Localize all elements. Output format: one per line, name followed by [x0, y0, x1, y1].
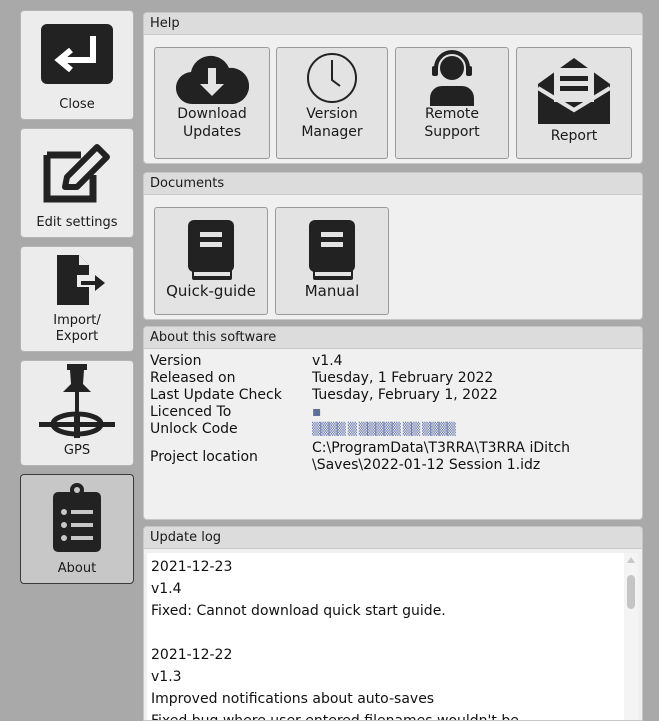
quick-guide-button[interactable]: Quick-guide: [154, 207, 268, 315]
remote-support-button[interactable]: Remote Support: [395, 47, 509, 159]
import-export-label: Import/ Export: [53, 312, 101, 344]
close-label: Close: [59, 96, 95, 112]
version-manager-button[interactable]: Version Manager: [276, 47, 388, 159]
remote-support-label: Remote Support: [424, 106, 480, 140]
about-row-unlock: Unlock Code ▒▒▒▒ ▒ ▒▒▒▒▒ ▒▒ ▒▒▒▒: [150, 421, 642, 438]
about-row-last-check: Last Update Check Tuesday, February 1, 2…: [150, 387, 642, 404]
help-panel: Help Download Updates Version Manager Re…: [143, 12, 643, 164]
about-key: Unlock Code: [150, 421, 238, 437]
manual-label: Manual: [304, 282, 360, 300]
about-value: v1.4: [312, 353, 343, 369]
file-export-icon: [47, 247, 107, 313]
update-log-panel: Update log 2021-12-23 v1.4 Fixed: Cannot…: [143, 526, 643, 721]
about-button[interactable]: About: [20, 474, 134, 584]
exit-icon: [37, 11, 117, 97]
edit-icon: [37, 129, 117, 215]
edit-settings-button[interactable]: Edit settings: [20, 128, 134, 238]
about-title: About this software: [144, 327, 642, 349]
import-export-button[interactable]: Import/ Export: [20, 246, 134, 352]
about-value: C:\ProgramData\T3RRA\T3RRA iDitch \Saves…: [312, 440, 571, 473]
gps-pin-icon: [37, 361, 117, 443]
about-value: Tuesday, February 1, 2022: [312, 387, 498, 403]
about-value: Tuesday, 1 February 2022: [312, 370, 494, 386]
download-updates-button[interactable]: Download Updates: [154, 47, 270, 159]
cloud-download-icon: [175, 48, 249, 106]
envelope-open-text-icon: [534, 48, 614, 128]
about-key: Licenced To: [150, 404, 232, 420]
update-log-text: 2021-12-23 v1.4 Fixed: Cannot download q…: [147, 553, 625, 720]
about-key: Last Update Check: [150, 387, 282, 403]
about-label: About: [57, 560, 97, 576]
update-log-title: Update log: [144, 527, 642, 549]
report-button[interactable]: Report: [516, 47, 632, 159]
clipboard-list-icon: [47, 475, 107, 561]
headset-user-icon: [422, 48, 482, 106]
manual-button[interactable]: Manual: [275, 207, 389, 315]
book-icon: [186, 208, 236, 282]
download-updates-label: Download Updates: [177, 106, 247, 140]
about-key: Released on: [150, 370, 236, 386]
close-button[interactable]: Close: [20, 10, 134, 120]
book-icon: [307, 208, 357, 282]
about-value: ▒▒▒▒ ▒ ▒▒▒▒▒ ▒▒ ▒▒▒▒: [312, 422, 456, 436]
about-row-version: Version v1.4: [150, 353, 642, 370]
scroll-up-arrow-icon[interactable]: [627, 557, 635, 563]
about-value: ▪: [312, 404, 322, 420]
scroll-thumb[interactable]: [627, 575, 635, 609]
sidebar: Close Edit settings Import/ Export GPS A…: [0, 0, 140, 721]
version-manager-label: Version Manager: [301, 106, 363, 140]
gps-button[interactable]: GPS: [20, 360, 134, 466]
about-row-licence: Licenced To ▪: [150, 404, 642, 421]
about-info: Version v1.4 Released on Tuesday, 1 Febr…: [150, 353, 642, 474]
gps-label: GPS: [63, 442, 91, 458]
help-title: Help: [144, 13, 642, 35]
documents-title: Documents: [144, 173, 642, 195]
quick-guide-label: Quick-guide: [166, 282, 256, 300]
about-key: Project location: [150, 448, 258, 465]
edit-settings-label: Edit settings: [36, 214, 118, 230]
about-key: Version: [150, 353, 202, 369]
clock-icon: [304, 48, 360, 106]
documents-panel: Documents Quick-guide Manual: [143, 172, 643, 320]
update-log-scrollbar[interactable]: [624, 553, 638, 720]
about-row-released: Released on Tuesday, 1 February 2022: [150, 370, 642, 387]
about-panel: About this software Version v1.4 Release…: [143, 326, 643, 520]
report-label: Report: [550, 128, 598, 144]
about-row-project: Project location C:\ProgramData\T3RRA\T3…: [150, 440, 642, 474]
